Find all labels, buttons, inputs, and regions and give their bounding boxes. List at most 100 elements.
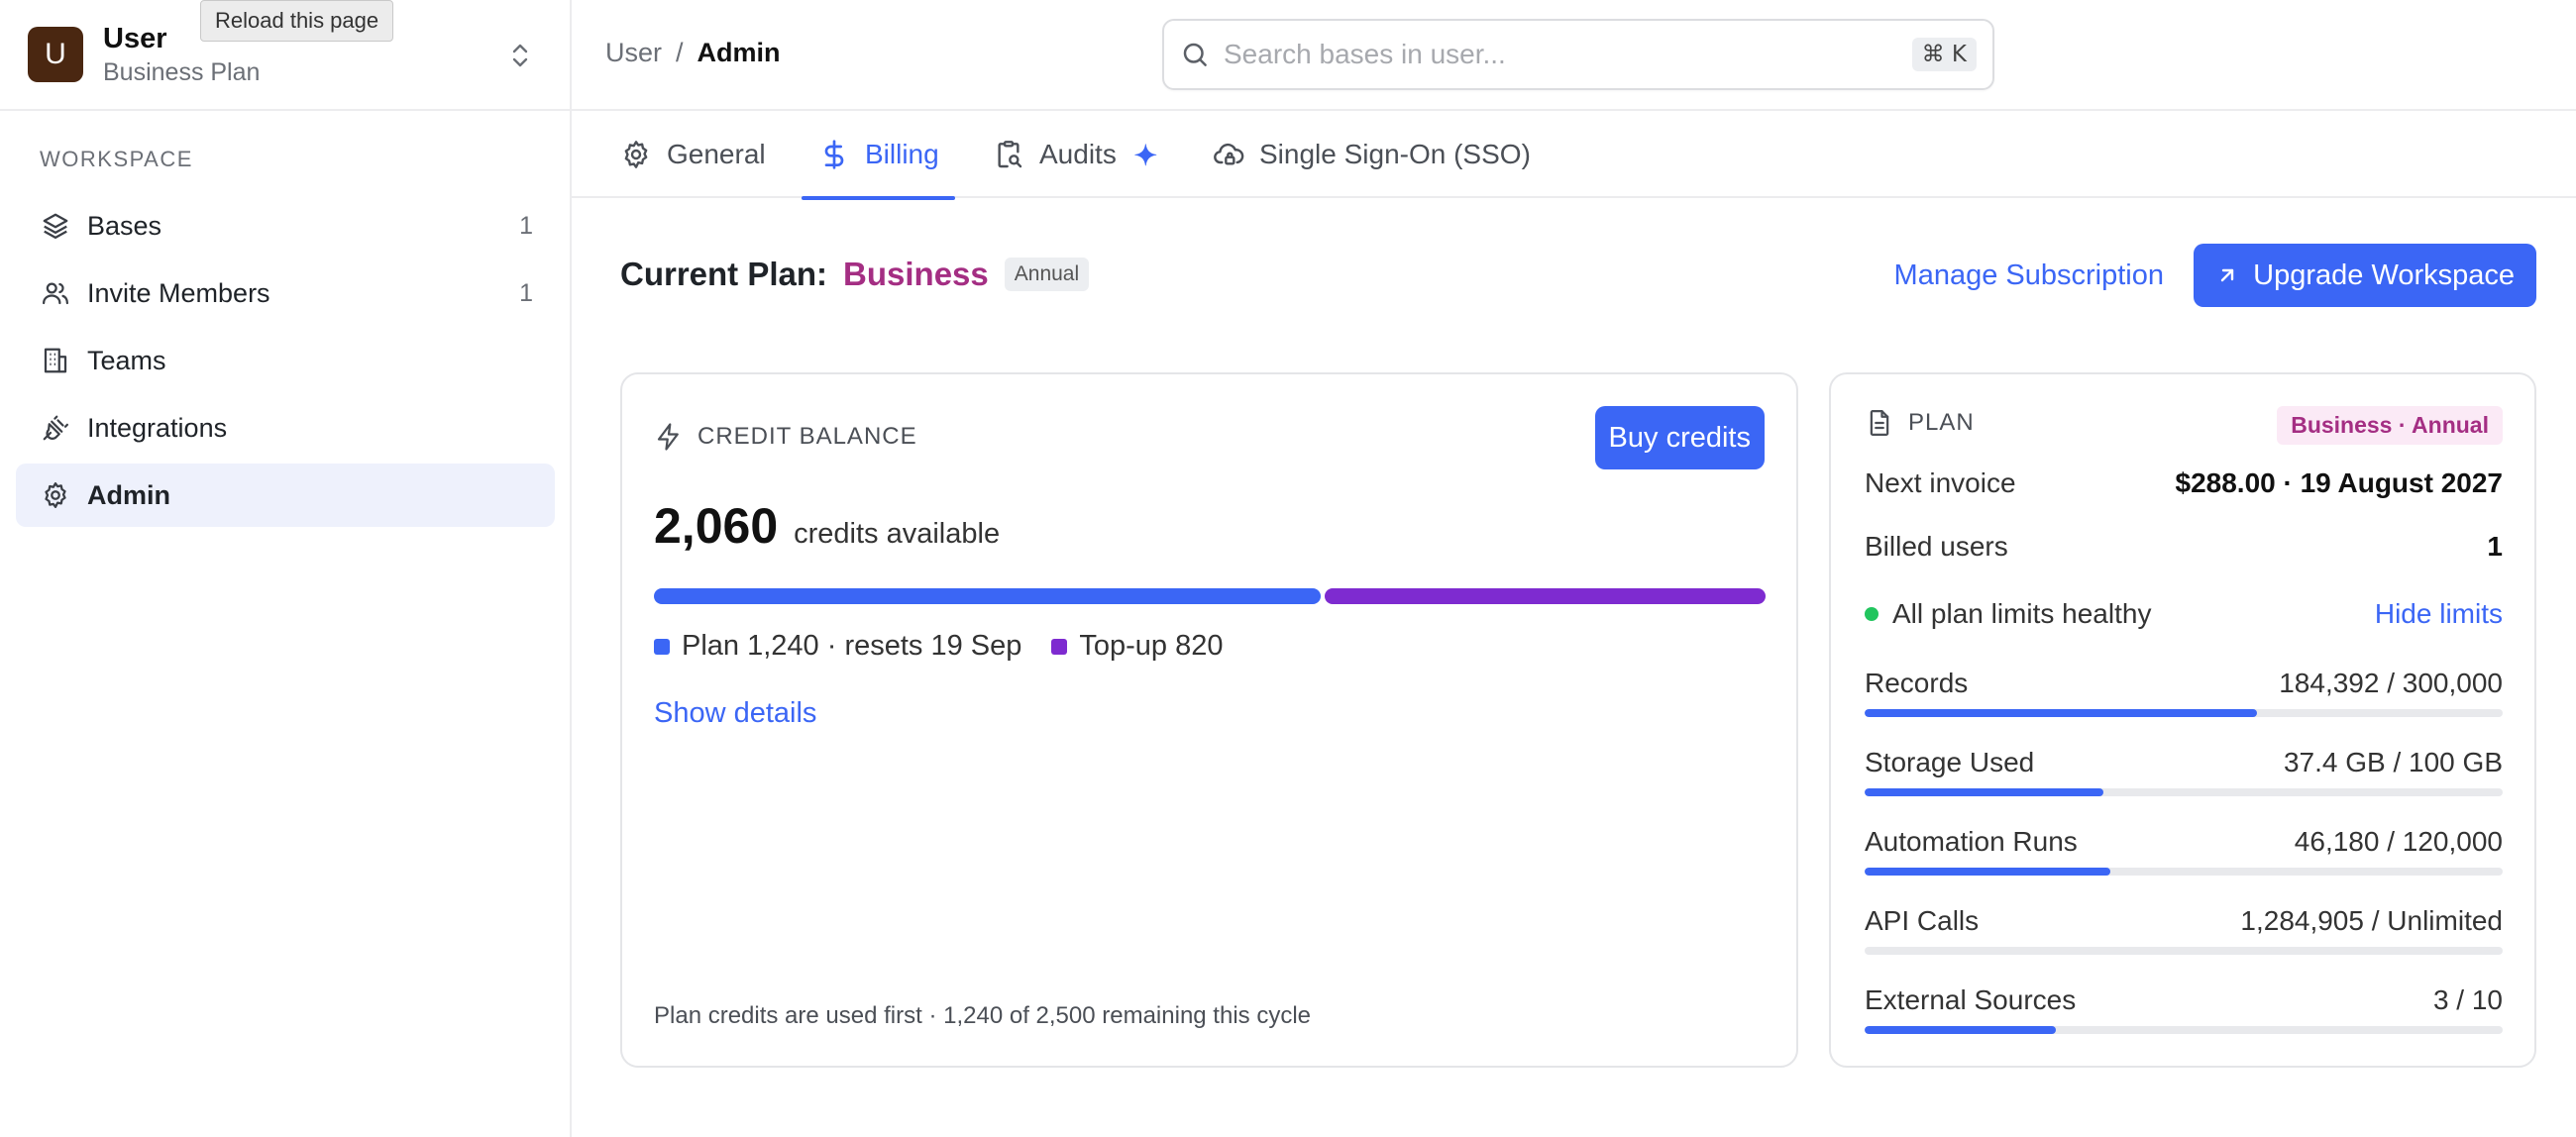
limit-value: 1,284,905 / Unlimited	[2240, 905, 2503, 936]
limit-fill	[1865, 788, 2103, 796]
limit-fill	[1865, 868, 2110, 876]
limit-label: Automation Runs	[1865, 826, 2078, 857]
arrow-up-right-icon	[2215, 263, 2239, 287]
credit-balance-title: CREDIT BALANCE	[698, 423, 917, 450]
tab-label: Billing	[865, 139, 939, 169]
sidebar-nav: Bases 1 Invite Members 1 Teams Integrati…	[16, 194, 555, 531]
credit-legend: Plan 1,240 · resets 19 Sep Top-up 820	[654, 630, 1224, 663]
workspace-switcher[interactable]: U User Business Plan Reload this page	[0, 0, 570, 111]
sidebar-item-label: Integrations	[87, 412, 228, 443]
limit-track	[1865, 947, 2503, 955]
sidebar-item-bases[interactable]: Bases 1	[16, 194, 555, 258]
gear-icon	[40, 479, 71, 511]
tab-billing[interactable]: Billing	[802, 111, 955, 200]
sidebar: U User Business Plan Reload this page WO…	[0, 0, 572, 1137]
search-bar[interactable]: ⌘ K	[1162, 19, 1994, 90]
limit-label: Records	[1865, 668, 1969, 698]
current-plan-name: Business	[843, 256, 989, 292]
next-invoice-row: Next invoice $288.00 · 19 August 2027	[1865, 467, 2503, 499]
next-invoice-label: Next invoice	[1865, 467, 2016, 498]
limit-storage-used: Storage Used 37.4 GB / 100 GB	[1865, 747, 2503, 806]
billing-cycle-badge: Annual	[1004, 258, 1090, 291]
sparkle-icon	[1130, 140, 1160, 169]
buy-credits-button[interactable]: Buy credits	[1594, 406, 1765, 469]
breadcrumb-current: Admin	[697, 38, 781, 67]
sidebar-item-count: 1	[519, 278, 533, 307]
manage-subscription-link[interactable]: Manage Subscription	[1894, 259, 2164, 292]
plan-legend-swatch	[654, 638, 670, 655]
chevron-up-down-icon[interactable]	[502, 38, 538, 73]
upgrade-workspace-button[interactable]: Upgrade Workspace	[2194, 244, 2536, 307]
limit-fill	[1865, 1026, 2057, 1034]
settings-tabs: General Billing Audits Single Sign-On (S…	[572, 111, 2576, 200]
search-input[interactable]	[1224, 39, 1912, 70]
credits-amount-label: credits available	[794, 518, 1001, 550]
dollar-icon	[817, 138, 851, 171]
topup-credits-segment	[1324, 588, 1766, 604]
sidebar-item-admin[interactable]: Admin	[16, 464, 555, 527]
building-icon	[40, 345, 71, 376]
credits-amount: 2,060	[654, 498, 779, 554]
layers-icon	[40, 210, 71, 242]
topup-legend-label: Top-up 820	[1079, 630, 1224, 662]
plan-credits-segment	[654, 588, 1321, 604]
credits-available: 2,060 credits available	[654, 497, 1000, 555]
sidebar-item-label: Teams	[87, 345, 166, 375]
limit-fill	[1865, 709, 2257, 717]
current-plan-label: Current Plan:	[620, 256, 828, 292]
sidebar-item-label: Admin	[87, 479, 170, 510]
workspace-plan: Business Plan	[103, 58, 261, 86]
breadcrumb: User / Admin	[605, 38, 781, 68]
tab-general[interactable]: General	[619, 111, 766, 198]
sidebar-item-invite-members[interactable]: Invite Members 1	[16, 261, 555, 325]
document-icon	[1865, 408, 1894, 438]
billed-users-row: Billed users 1	[1865, 531, 2503, 563]
limit-value: 3 / 10	[2432, 984, 2503, 1015]
plan-health-text: All plan limits healthy	[1892, 598, 2152, 629]
next-invoice-value: $288.00 · 19 August 2027	[2175, 467, 2503, 498]
credit-usage-bar	[654, 588, 1766, 604]
billed-users-value: 1	[2487, 531, 2503, 562]
hide-limits-link[interactable]: Hide limits	[2375, 598, 2503, 630]
clipboard-search-icon	[992, 138, 1025, 171]
top-bar: User / Admin ⌘ K	[572, 0, 2576, 111]
status-dot	[1865, 607, 1878, 621]
keyboard-shortcut-badge: ⌘ K	[1911, 38, 1977, 71]
limit-track	[1865, 788, 2503, 796]
plug-icon	[40, 412, 71, 444]
current-plan-title: Current Plan: Business Annual	[620, 256, 1090, 293]
plan-card: PLAN Business · Annual Next invoice $288…	[1829, 372, 2536, 1068]
show-details-link[interactable]: Show details	[654, 697, 816, 730]
limit-api-calls: API Calls 1,284,905 / Unlimited	[1865, 905, 2503, 965]
limit-value: 37.4 GB / 100 GB	[2283, 747, 2503, 777]
tab-label: Audits	[1039, 139, 1117, 169]
plan-legend-label: Plan 1,240 · resets 19 Sep	[682, 630, 1022, 662]
tab-label: Single Sign-On (SSO)	[1259, 139, 1531, 169]
search-icon	[1180, 40, 1210, 69]
plan-card-title: PLAN	[1908, 409, 1975, 436]
sidebar-item-count: 1	[519, 211, 533, 240]
cloud-lock-icon	[1212, 138, 1245, 171]
limit-track	[1865, 1026, 2503, 1034]
limit-track	[1865, 709, 2503, 717]
sidebar-item-teams[interactable]: Teams	[16, 329, 555, 392]
tab-sso[interactable]: Single Sign-On (SSO)	[1212, 111, 1531, 198]
credit-balance-card: CREDIT BALANCE Buy credits 2,060 credits…	[620, 372, 1798, 1068]
limit-label: External Sources	[1865, 984, 2077, 1015]
plan-health-row: All plan limits healthy Hide limits	[1865, 598, 2503, 630]
limit-automation-runs: Automation Runs 46,180 / 120,000	[1865, 826, 2503, 885]
limit-track	[1865, 868, 2503, 876]
credit-balance-header: CREDIT BALANCE	[654, 422, 917, 452]
breadcrumb-root[interactable]: User	[605, 38, 662, 68]
users-icon	[40, 277, 71, 309]
limit-label: Storage Used	[1865, 747, 2035, 777]
plan-card-header: PLAN	[1865, 408, 1975, 438]
tab-label: General	[667, 139, 766, 169]
topup-legend-swatch	[1051, 638, 1068, 655]
sidebar-item-label: Invite Members	[87, 277, 270, 308]
sidebar-item-integrations[interactable]: Integrations	[16, 396, 555, 460]
lightning-icon	[654, 422, 684, 452]
tab-audits[interactable]: Audits	[992, 111, 1160, 198]
current-plan-header: Current Plan: Business Annual Manage Sub…	[620, 244, 2536, 309]
limit-value: 184,392 / 300,000	[2279, 668, 2503, 698]
